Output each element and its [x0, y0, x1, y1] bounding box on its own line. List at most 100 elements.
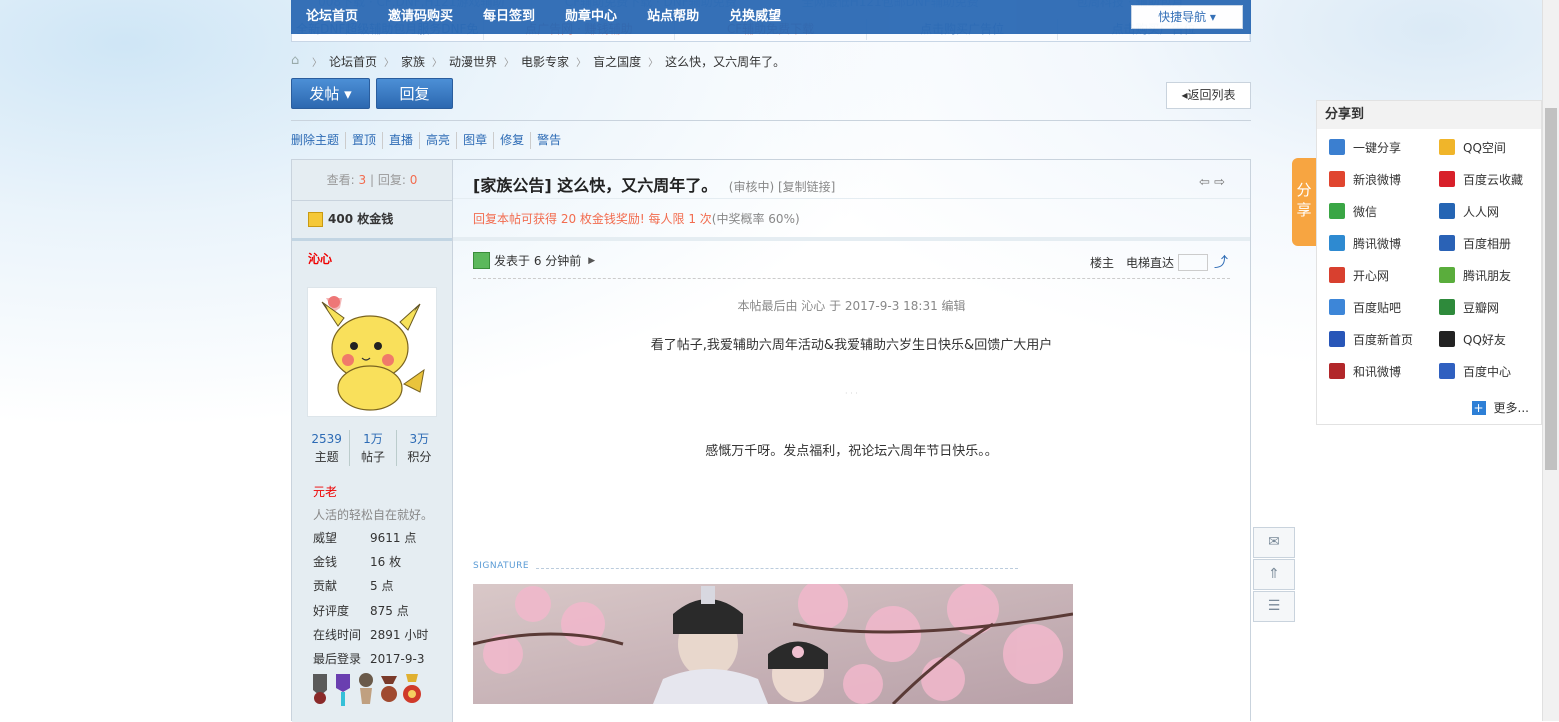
nav-item-daily-checkin[interactable]: 每日签到	[468, 0, 550, 34]
share-item[interactable]: 腾讯微博	[1329, 233, 1439, 253]
avatar[interactable]	[307, 287, 437, 417]
pikachu-avatar-image	[308, 288, 436, 416]
share-item[interactable]: 微信	[1329, 201, 1439, 221]
thread-pager: ⇦ ⇨	[1199, 175, 1225, 190]
nav-item-medal-center[interactable]: 勋章中心	[550, 0, 632, 34]
share-item[interactable]: 豆瓣网	[1439, 297, 1539, 317]
share-item-label: 腾讯微博	[1353, 236, 1402, 251]
back-to-list-button[interactable]: ◂返回列表	[1166, 82, 1251, 109]
return-list-button[interactable]: ☰	[1253, 591, 1295, 622]
breadcrumb: ⌂ 〉 论坛首页 〉 家族 〉 动漫世界 〉 电影专家 〉 盲之国度 〉 这么快…	[291, 52, 785, 70]
home-icon[interactable]: ⌂	[291, 54, 305, 67]
share-item-label: 百度中心	[1463, 364, 1512, 379]
nav-item-site-help[interactable]: 站点帮助	[632, 0, 714, 34]
replies-label: 回复:	[377, 173, 406, 187]
mod-stamp[interactable]: 图章	[456, 132, 493, 149]
mod-repair[interactable]: 修复	[493, 132, 530, 149]
share-item[interactable]: 新浪微博	[1329, 169, 1439, 189]
share-item[interactable]: 百度新首页	[1329, 329, 1439, 349]
quick-reply-button[interactable]: ✉	[1253, 527, 1295, 558]
author-motto: 人活的轻松自在就好。	[313, 508, 434, 522]
share-item[interactable]: 腾讯朋友	[1439, 265, 1539, 285]
breadcrumb-family[interactable]: 家族	[401, 53, 425, 70]
medal-icon[interactable]	[333, 672, 353, 706]
medal-icon[interactable]	[310, 672, 330, 706]
mod-delete-thread[interactable]: 删除主题	[291, 132, 345, 149]
share-item[interactable]: 百度中心	[1439, 361, 1539, 381]
back-to-top-button[interactable]: ⇑	[1253, 559, 1295, 590]
medal-icon[interactable]	[356, 672, 376, 706]
baidu-paw-icon	[1329, 331, 1345, 347]
share-item[interactable]: 人人网	[1439, 201, 1539, 221]
stat-topics[interactable]: 2539 主题	[304, 430, 349, 466]
attr-last-login: 最后登录 2017-9-3	[313, 650, 443, 667]
online-status-icon	[473, 252, 490, 269]
back-to-list-label: 返回列表	[1187, 88, 1236, 102]
divider	[291, 120, 1251, 121]
floor-controls: 楼主 电梯直达 ⤴	[1090, 252, 1228, 272]
mod-warn[interactable]: 警告	[530, 132, 567, 149]
attr-value: 9611 点	[370, 531, 417, 545]
baidu-center-icon	[1439, 363, 1455, 379]
nav-item-exchange-prestige[interactable]: 兑换威望	[714, 0, 796, 34]
vertical-scrollbar[interactable]	[1542, 0, 1559, 721]
share-item[interactable]: 百度相册	[1439, 233, 1539, 253]
author-rank[interactable]: 元老	[313, 483, 337, 500]
author-name[interactable]: 沁心	[308, 250, 332, 267]
stat-posts[interactable]: 1万 帖子	[349, 430, 395, 466]
attr-key: 在线时间	[313, 628, 362, 642]
reward-coins-text: 400 枚金钱	[328, 212, 394, 226]
attr-rating: 好评度 875 点	[313, 602, 443, 619]
post-time: 发表于 6 分钟前	[494, 254, 582, 268]
medal-list	[310, 672, 422, 706]
post-container: 查看: 3 | 回复: 0 400 枚金钱 沁心 2539 主题 1万 帖子 3…	[291, 159, 1251, 722]
share-item[interactable]: 开心网	[1329, 265, 1439, 285]
prev-thread-icon[interactable]: ⇦	[1199, 175, 1210, 190]
share-item-label: 腾讯朋友	[1463, 268, 1512, 283]
mod-highlight[interactable]: 高亮	[419, 132, 456, 149]
breadcrumb-separator: 〉	[504, 57, 515, 69]
floor-jump-input[interactable]	[1178, 253, 1208, 271]
separator-dots: · · ·	[845, 389, 858, 398]
breadcrumb-forum-home[interactable]: 论坛首页	[329, 53, 377, 70]
reply-reward-probability: (中奖概率 60%)	[711, 212, 800, 226]
breadcrumb-separator: 〉	[384, 57, 395, 69]
breadcrumb-movie-expert[interactable]: 电影专家	[521, 53, 569, 70]
reply-button[interactable]: 回复	[376, 78, 453, 109]
breadcrumb-blind-kingdom[interactable]: 盲之国度	[593, 53, 641, 70]
stat-points[interactable]: 3万 积分	[395, 430, 442, 466]
share-item[interactable]: 百度贴吧	[1329, 297, 1439, 317]
share-more-button[interactable]: + 更多...	[1471, 399, 1529, 416]
medal-icon[interactable]	[402, 672, 422, 706]
reply-reward-text: 回复本帖可获得 20 枚金钱奖励! 每人限 1 次	[473, 212, 712, 226]
share-panel-title: 分享到	[1317, 101, 1541, 129]
breadcrumb-anime-world[interactable]: 动漫世界	[449, 53, 497, 70]
replies-count: 0	[409, 173, 418, 187]
quick-nav-dropdown[interactable]: 快捷导航 ▾	[1131, 5, 1243, 29]
elevator-label: 电梯直达	[1125, 255, 1174, 270]
next-thread-icon[interactable]: ⇨	[1214, 175, 1225, 190]
share-item[interactable]: QQ空间	[1439, 137, 1539, 157]
medal-icon[interactable]	[379, 672, 399, 706]
share-item-label: 新浪微博	[1353, 172, 1402, 187]
nav-item-invite-code[interactable]: 邀请码购买	[373, 0, 468, 34]
mod-pin[interactable]: 置顶	[345, 132, 382, 149]
share-tab[interactable]: 分享	[1292, 158, 1316, 246]
scrollbar-thumb[interactable]	[1545, 108, 1557, 470]
list-icon: ☰	[1267, 598, 1281, 614]
expand-arrow-icon[interactable]: ▶	[588, 256, 595, 266]
share-item[interactable]: 百度云收藏	[1439, 169, 1539, 189]
share-item[interactable]: 和讯微博	[1329, 361, 1439, 381]
nav-item-forum-home[interactable]: 论坛首页	[291, 0, 373, 34]
share-item[interactable]: 一键分享	[1329, 137, 1439, 157]
mod-live[interactable]: 直播	[382, 132, 419, 149]
post-meta: 发表于 6 分钟前 ▶	[473, 252, 595, 269]
jump-icon[interactable]: ⤴	[1214, 252, 1228, 272]
qq-penguin-icon	[1439, 331, 1455, 347]
arrow-up-icon: ⇑	[1268, 566, 1280, 582]
attr-value: 875 点	[370, 604, 409, 618]
new-post-button[interactable]: 发帖 ▾	[291, 78, 370, 109]
thread-title-status[interactable]: (审核中) [复制链接]	[729, 180, 836, 194]
share-item[interactable]: QQ好友	[1439, 329, 1539, 349]
moderator-toolbar: 删除主题 置顶 直播 高亮 图章 修复 警告	[291, 132, 567, 149]
